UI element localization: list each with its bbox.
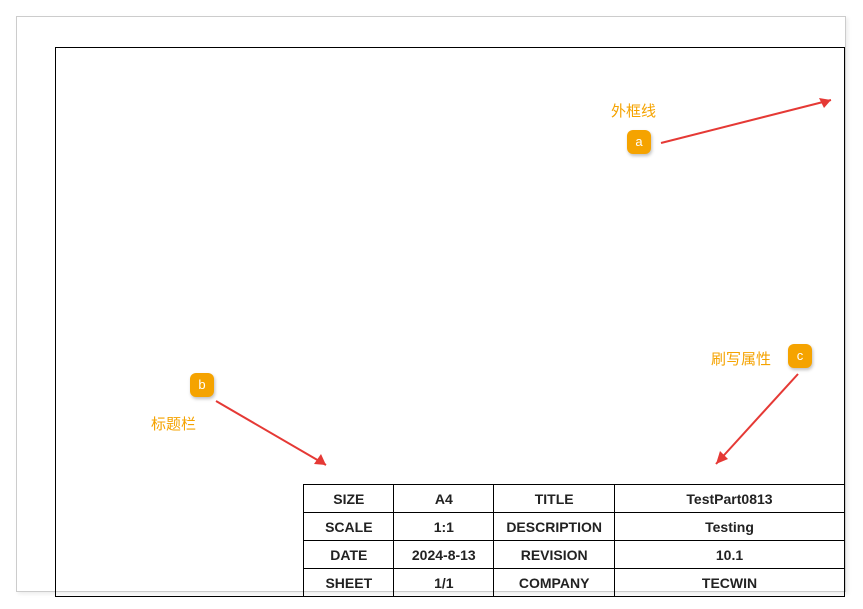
tb-val-company: TECWIN — [615, 569, 845, 597]
tb-val-sheet: 1/1 — [394, 569, 494, 597]
tb-label-date: DATE — [304, 541, 394, 569]
tb-label-title: TITLE — [494, 485, 615, 513]
title-block-row: SCALE 1:1 DESCRIPTION Testing — [304, 513, 845, 541]
annotation-a-marker: a — [627, 130, 651, 154]
tb-label-revision: REVISION — [494, 541, 615, 569]
tb-val-revision: 10.1 — [615, 541, 845, 569]
annotation-c-label: 刷写属性 — [711, 348, 771, 369]
annotation-b-label: 标题栏 — [151, 413, 196, 434]
annotation-a-label: 外框线 — [611, 100, 656, 121]
tb-label-size: SIZE — [304, 485, 394, 513]
title-block-row: SIZE A4 TITLE TestPart0813 — [304, 485, 845, 513]
tb-val-date: 2024-8-13 — [394, 541, 494, 569]
annotation-c-marker: c — [788, 344, 812, 368]
tb-val-scale: 1:1 — [394, 513, 494, 541]
tb-val-description: Testing — [615, 513, 845, 541]
tb-label-description: DESCRIPTION — [494, 513, 615, 541]
drawing-frame: 外框线 a b 标题栏 刷写属性 c SIZE A4 TITLE TestPar… — [55, 47, 845, 597]
annotation-c-arrow — [696, 368, 816, 478]
annotation-b-arrow — [211, 393, 351, 483]
tb-val-size: A4 — [394, 485, 494, 513]
tb-label-sheet: SHEET — [304, 569, 394, 597]
tb-label-company: COMPANY — [494, 569, 615, 597]
annotation-a-arrow — [656, 88, 856, 158]
tb-label-scale: SCALE — [304, 513, 394, 541]
tb-val-title: TestPart0813 — [615, 485, 845, 513]
title-block-row: DATE 2024-8-13 REVISION 10.1 — [304, 541, 845, 569]
title-block: SIZE A4 TITLE TestPart0813 SCALE 1:1 DES… — [303, 484, 845, 597]
title-block-row: SHEET 1/1 COMPANY TECWIN — [304, 569, 845, 597]
outer-wrap: 外框线 a b 标题栏 刷写属性 c SIZE A4 TITLE TestPar… — [16, 16, 846, 592]
